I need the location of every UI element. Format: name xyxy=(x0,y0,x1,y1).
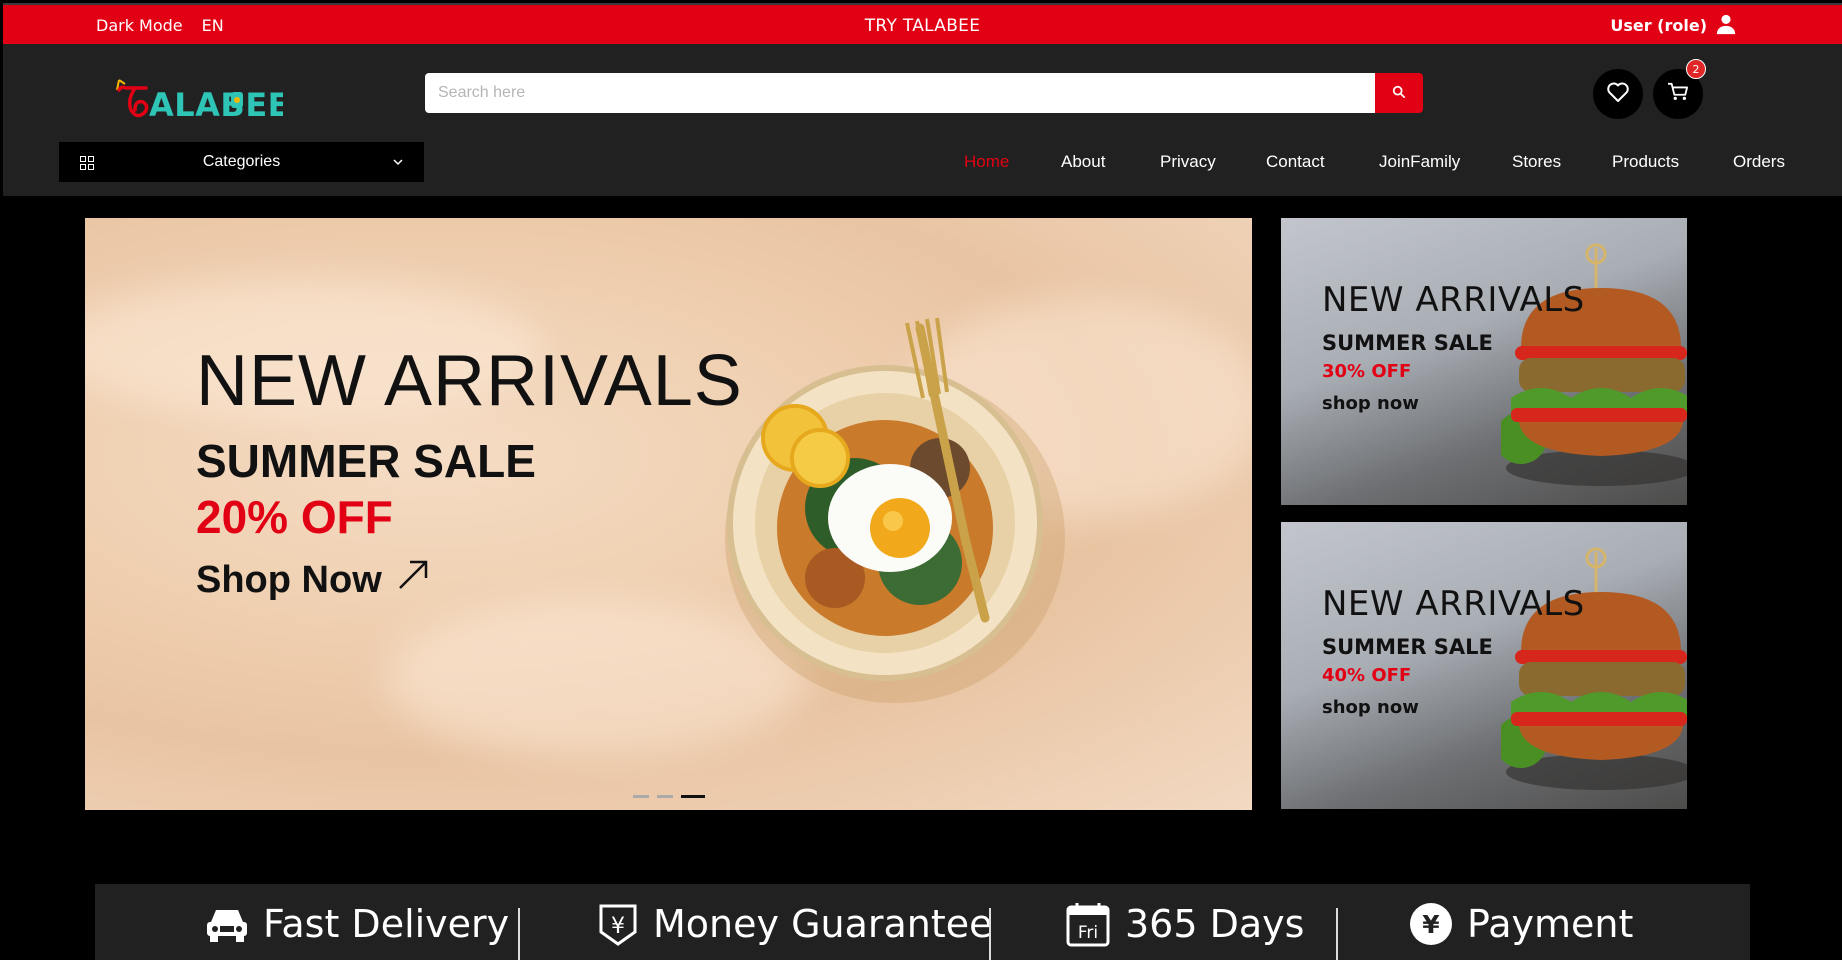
nav-home[interactable]: Home xyxy=(964,142,1009,182)
promo-subtitle: SUMMER SALE xyxy=(1322,635,1493,659)
divider xyxy=(989,908,991,960)
feature-label: Fast Delivery xyxy=(263,902,510,946)
promo-subtitle: SUMMER SALE xyxy=(1322,331,1493,355)
feature-fast-delivery: Fast Delivery xyxy=(205,884,509,960)
cart-button[interactable]: 2 xyxy=(1653,59,1706,119)
cart-count-badge: 2 xyxy=(1686,59,1706,79)
search-button[interactable] xyxy=(1375,73,1423,113)
logo-text: ALABEE xyxy=(149,86,283,124)
carousel-dot-2[interactable] xyxy=(657,795,673,798)
hero-cta-label: Shop Now xyxy=(196,558,382,601)
carousel-dot-3[interactable] xyxy=(681,795,705,798)
carousel-dot-1[interactable] xyxy=(633,795,649,798)
search-input[interactable] xyxy=(425,73,1375,113)
hero-discount: 20% OFF xyxy=(196,491,393,543)
header: ALABEE 2 Categories Home xyxy=(3,44,1842,196)
divider xyxy=(518,908,520,960)
hero-title: NEW ARRIVALS xyxy=(196,341,743,421)
feature-label: 365 Days xyxy=(1125,902,1305,946)
hero-carousel[interactable]: NEW ARRIVALS SUMMER SALE 20% OFF Shop No… xyxy=(85,218,1252,810)
feature-payment: ¥ Payment xyxy=(1409,884,1633,960)
burger-image xyxy=(1495,542,1687,806)
promo-discount: 30% OFF xyxy=(1322,361,1412,382)
wishlist-button[interactable] xyxy=(1593,69,1643,119)
arrow-up-right-icon xyxy=(396,558,430,602)
promo-discount: 40% OFF xyxy=(1322,665,1412,686)
calendar-icon: Fri xyxy=(1065,901,1111,947)
cart-icon xyxy=(1667,82,1689,106)
feature-label: Money Guarantee xyxy=(653,902,993,946)
user-label: User (role) xyxy=(1610,16,1707,35)
calendar-day-text: Fri xyxy=(1078,923,1098,943)
feature-label: Payment xyxy=(1467,902,1634,946)
feature-365-days: Fri 365 Days xyxy=(1065,884,1304,960)
features-strip: Fast Delivery ¥ Money Guarantee Fri 365 … xyxy=(95,884,1750,960)
nav-joinfamily[interactable]: JoinFamily xyxy=(1379,142,1460,182)
promo-banner-1[interactable]: NEW ARRIVALS SUMMER SALE 30% OFF shop no… xyxy=(1281,218,1687,505)
hero-subtitle: SUMMER SALE xyxy=(196,435,536,487)
car-icon xyxy=(205,904,249,944)
user-icon xyxy=(1715,13,1737,39)
burger-image xyxy=(1495,238,1687,502)
main-nav: Home About Privacy Contact JoinFamily St… xyxy=(3,142,1842,182)
promo-banner-2[interactable]: NEW ARRIVALS SUMMER SALE 40% OFF shop no… xyxy=(1281,522,1687,809)
top-bar: Dark Mode EN TRY TALABEE User (role) xyxy=(3,3,1842,44)
user-menu[interactable]: User (role) xyxy=(1610,5,1737,46)
svg-text:¥: ¥ xyxy=(1422,910,1440,939)
nav-products[interactable]: Products xyxy=(1612,142,1679,182)
nav-stores[interactable]: Stores xyxy=(1512,142,1561,182)
promo-title: NEW ARRIVALS xyxy=(1322,584,1585,624)
nav-about[interactable]: About xyxy=(1061,142,1105,182)
try-talabee-link[interactable]: TRY TALABEE xyxy=(865,16,981,36)
feature-money-guarantee: ¥ Money Guarantee xyxy=(597,884,993,960)
nav-privacy[interactable]: Privacy xyxy=(1160,142,1216,182)
search-bar xyxy=(425,73,1423,113)
nav-contact[interactable]: Contact xyxy=(1266,142,1325,182)
yen-badge-icon: ¥ xyxy=(597,902,639,946)
nav-orders[interactable]: Orders xyxy=(1733,142,1785,182)
divider xyxy=(1336,908,1338,960)
promo-shop-now-link[interactable]: shop now xyxy=(1322,697,1419,718)
yen-circle-icon: ¥ xyxy=(1409,902,1453,946)
svg-text:¥: ¥ xyxy=(611,914,625,939)
heart-icon xyxy=(1606,81,1630,107)
promo-shop-now-link[interactable]: shop now xyxy=(1322,393,1419,414)
hero-food-image xyxy=(685,288,1085,722)
promo-title: NEW ARRIVALS xyxy=(1322,280,1585,320)
logo[interactable]: ALABEE xyxy=(113,70,290,130)
promo-banner-text: TRY TALABEE xyxy=(3,5,1842,46)
hero-shop-now-link[interactable]: Shop Now xyxy=(196,558,430,602)
search-icon xyxy=(1392,85,1406,102)
carousel-indicators xyxy=(633,795,705,798)
